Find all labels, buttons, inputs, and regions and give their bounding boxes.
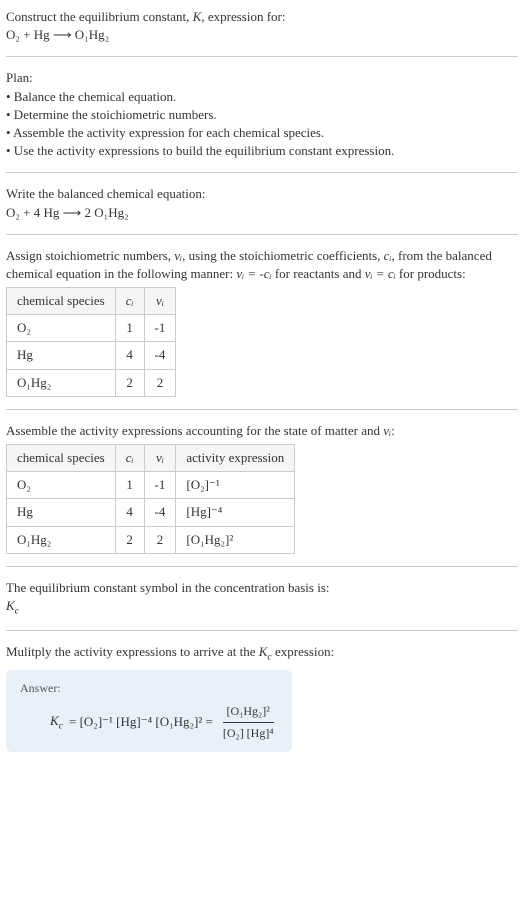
table-row: O₂ 1 -1 <box>7 315 176 342</box>
cell-ci: 1 <box>115 315 144 342</box>
cell-species: O₂ <box>7 472 116 499</box>
cell-vi: 2 <box>144 369 176 396</box>
th-species: chemical species <box>7 445 116 472</box>
divider <box>6 172 518 173</box>
activity-table: chemical species cᵢ νᵢ activity expressi… <box>6 444 295 554</box>
assign-rel1: νᵢ = -cᵢ <box>236 266 271 281</box>
cell-species: O₁Hg₂ <box>7 526 116 553</box>
kc-lhs-k: K <box>50 713 59 728</box>
cell-activity: [O₁Hg₂]² <box>176 526 295 553</box>
divider <box>6 56 518 57</box>
assign-t5: for products: <box>396 266 466 281</box>
cell-vi: -4 <box>144 342 176 369</box>
plan-bullet-1: • Balance the chemical equation. <box>6 88 518 106</box>
assemble-t2: : <box>391 423 395 438</box>
kc-lhs-sub: c <box>59 720 63 731</box>
assemble-vi: νᵢ <box>383 423 391 438</box>
stoich-table: chemical species cᵢ νᵢ O₂ 1 -1 Hg 4 -4 O… <box>6 287 176 397</box>
intro-line1: Construct the equilibrium constant, <box>6 9 193 24</box>
kc-denominator: [O₂] [Hg]⁴ <box>219 723 278 742</box>
table-row: O₂ 1 -1 [O₂]⁻¹ <box>7 472 295 499</box>
table-row: Hg 4 -4 <box>7 342 176 369</box>
cell-vi: -1 <box>144 472 176 499</box>
plan-bullet-4: • Use the activity expressions to build … <box>6 142 518 160</box>
multiply-t2: expression: <box>272 644 334 659</box>
kc-mid: = [O₂]⁻¹ [Hg]⁻⁴ [O₁Hg₂]² = <box>69 713 213 731</box>
th-activity: activity expression <box>176 445 295 472</box>
assign-t1: Assign stoichiometric numbers, <box>6 248 174 263</box>
plan-bullet-2: • Determine the stoichiometric numbers. <box>6 106 518 124</box>
assemble-text: Assemble the activity expressions accoun… <box>6 422 518 440</box>
symbol-text: The equilibrium constant symbol in the c… <box>6 579 518 597</box>
cell-vi: -4 <box>144 499 176 526</box>
table-row: Hg 4 -4 [Hg]⁻⁴ <box>7 499 295 526</box>
assign-ci: cᵢ <box>384 248 392 263</box>
multiply-section: Mulitply the activity expressions to arr… <box>6 643 518 752</box>
th-species: chemical species <box>7 288 116 315</box>
plan-bullet-3: • Assemble the activity expression for e… <box>6 124 518 142</box>
intro-equation: O₂ + Hg ⟶ O₁Hg₂ <box>6 26 518 44</box>
cell-species: O₁Hg₂ <box>7 369 116 396</box>
th-ci: cᵢ <box>115 445 144 472</box>
cell-vi: -1 <box>144 315 176 342</box>
cell-species: Hg <box>7 499 116 526</box>
table-row: O₁Hg₂ 2 2 <box>7 369 176 396</box>
cell-activity: [O₂]⁻¹ <box>176 472 295 499</box>
kc-k: K <box>6 598 15 613</box>
kc-expression: Kc = [O₂]⁻¹ [Hg]⁻⁴ [O₁Hg₂]² = [O₁Hg₂]² [… <box>20 703 278 742</box>
divider <box>6 566 518 567</box>
divider <box>6 234 518 235</box>
intro-text: Construct the equilibrium constant, K, e… <box>6 8 518 26</box>
cell-ci: 4 <box>115 342 144 369</box>
answer-label: Answer: <box>20 680 278 697</box>
assign-section: Assign stoichiometric numbers, νᵢ, using… <box>6 247 518 397</box>
kc-numerator: [O₁Hg₂]² <box>223 703 274 723</box>
kc-fraction: [O₁Hg₂]² [O₂] [Hg]⁴ <box>219 703 278 742</box>
table-header-row: chemical species cᵢ νᵢ activity expressi… <box>7 445 295 472</box>
cell-ci: 2 <box>115 369 144 396</box>
plan-section: Plan: • Balance the chemical equation. •… <box>6 69 518 160</box>
multiply-t1: Mulitply the activity expressions to arr… <box>6 644 259 659</box>
assign-t2: , using the stoichiometric coefficients, <box>182 248 384 263</box>
cell-species: O₂ <box>7 315 116 342</box>
cell-ci: 1 <box>115 472 144 499</box>
kc-symbol: Kc <box>6 597 518 618</box>
symbol-section: The equilibrium constant symbol in the c… <box>6 579 518 618</box>
cell-ci: 4 <box>115 499 144 526</box>
assign-text: Assign stoichiometric numbers, νᵢ, using… <box>6 247 518 283</box>
cell-species: Hg <box>7 342 116 369</box>
assign-rel2: νᵢ = cᵢ <box>365 266 396 281</box>
divider <box>6 630 518 631</box>
cell-activity: [Hg]⁻⁴ <box>176 499 295 526</box>
multiply-text: Mulitply the activity expressions to arr… <box>6 643 518 664</box>
cell-ci: 2 <box>115 526 144 553</box>
assemble-section: Assemble the activity expressions accoun… <box>6 422 518 554</box>
cell-vi: 2 <box>144 526 176 553</box>
assemble-t1: Assemble the activity expressions accoun… <box>6 423 383 438</box>
assign-vi: νᵢ <box>174 248 182 263</box>
th-vi: νᵢ <box>144 288 176 315</box>
answer-box: Answer: Kc = [O₂]⁻¹ [Hg]⁻⁴ [O₁Hg₂]² = [O… <box>6 670 292 751</box>
assign-t4: for reactants and <box>272 266 365 281</box>
balanced-equation: O₂ + 4 Hg ⟶ 2 O₁Hg₂ <box>6 204 518 222</box>
divider <box>6 409 518 410</box>
th-ci: cᵢ <box>115 288 144 315</box>
table-row: O₁Hg₂ 2 2 [O₁Hg₂]² <box>7 526 295 553</box>
balanced-section: Write the balanced chemical equation: O₂… <box>6 185 518 221</box>
kc-lhs: Kc <box>50 712 63 733</box>
th-vi: νᵢ <box>144 445 176 472</box>
kc-sub: c <box>15 606 19 617</box>
table-header-row: chemical species cᵢ νᵢ <box>7 288 176 315</box>
balanced-title: Write the balanced chemical equation: <box>6 185 518 203</box>
intro-line1b: , expression for: <box>201 9 285 24</box>
plan-title: Plan: <box>6 69 518 87</box>
intro-section: Construct the equilibrium constant, K, e… <box>6 8 518 44</box>
